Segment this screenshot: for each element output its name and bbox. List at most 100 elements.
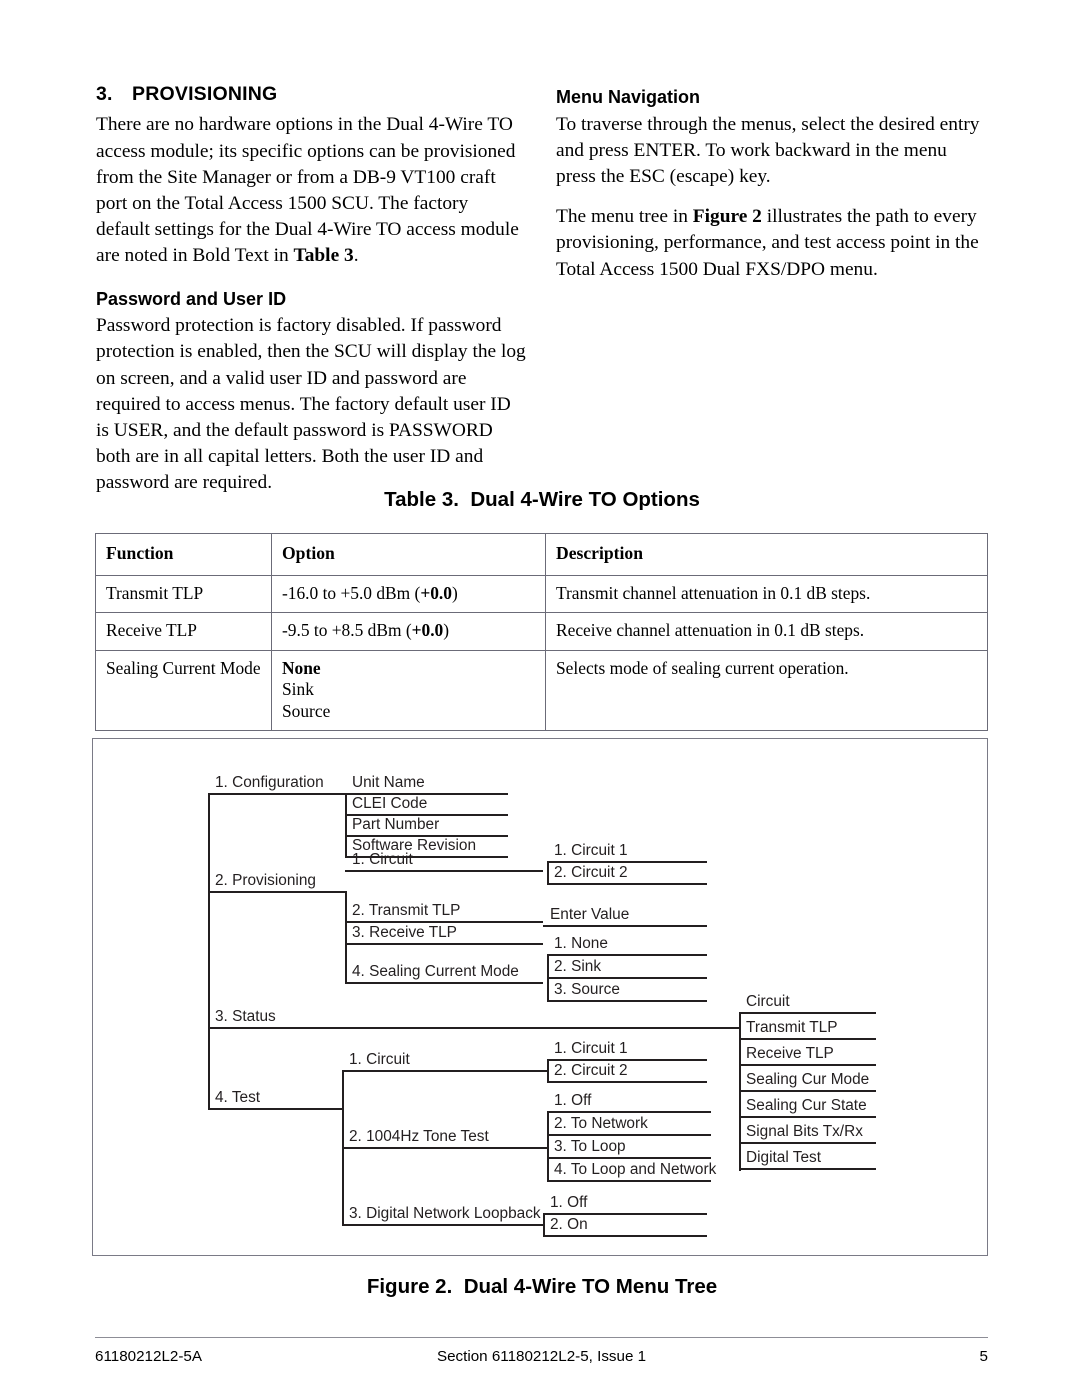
tree-node-loopback-off: 1. Off (550, 1194, 588, 1211)
tree-line-sealing-source (547, 1000, 707, 1002)
tree-spine-test-circuit-children (547, 1059, 549, 1081)
tree-line-prov-circuit (345, 870, 543, 872)
tree-line-status-circuit (739, 1012, 876, 1014)
tree-line-loopback-off (543, 1213, 707, 1215)
cell-description-transmit-tlp: Transmit channel attenuation in 0.1 dB s… (545, 574, 988, 613)
tree-line-status-sealing-cur-state (739, 1116, 876, 1118)
tree-line-status-signal-bits (739, 1142, 876, 1144)
table-caption-label: Table 3. (384, 488, 459, 511)
section-number: 3. (96, 83, 113, 105)
tree-node-status-transmit-tlp: Transmit TLP (746, 1019, 838, 1036)
menu-navigation-paragraph-1: To traverse through the menus, select th… (556, 113, 980, 187)
tree-node-prov-circuit-2: 2. Circuit 2 (554, 864, 628, 881)
tree-line-tone-test (342, 1147, 547, 1149)
option-default: +0.0 (420, 582, 452, 603)
option-paren: ) (451, 582, 458, 603)
tree-node-tone-to-network: 2. To Network (554, 1115, 648, 1132)
intro-text-part-1: There are no hardware options in the Dua… (96, 114, 519, 267)
table-row: Transmit TLP -16.0 to +5.0 dBm (+0.0) Tr… (95, 574, 988, 613)
tree-node-enter-value: Enter Value (550, 906, 630, 923)
tree-spine-root (208, 793, 210, 1108)
tree-line-test-circuit-1 (547, 1059, 707, 1061)
tree-line-tone-to-loop-and-network (547, 1180, 711, 1182)
option-default: +0.0 (411, 620, 444, 640)
cell-option-receive-tlp: -9.5 to +8.5 dBm (+0.0) (271, 612, 546, 651)
intro-text-part-2: . (353, 245, 359, 267)
tree-line-sealing-none (547, 954, 707, 956)
tree-line-test (208, 1108, 342, 1110)
column-header-function: Function (95, 533, 272, 576)
tree-spine-provisioning-children (345, 891, 347, 982)
option-sink: Sink (282, 679, 314, 699)
tree-line-loopback-on (543, 1235, 707, 1237)
tree-node-part-number: Part Number (352, 816, 440, 833)
cell-function-transmit-tlp: Transmit TLP (95, 574, 272, 613)
column-header-option: Option (271, 533, 546, 576)
tree-node-digital-loopback: 3. Digital Network Loopback (349, 1205, 541, 1222)
tree-line-tone-off (547, 1111, 711, 1113)
tree-node-prov-circuit-1: 1. Circuit 1 (554, 842, 628, 859)
tree-line-digital-loopback (342, 1224, 543, 1226)
cell-description-receive-tlp: Receive channel attenuation in 0.1 dB st… (545, 612, 988, 651)
tree-line-provisioning (208, 891, 345, 893)
tree-line-test-circuit-2 (547, 1081, 707, 1083)
tree-node-sealing-none: 1. None (554, 935, 608, 952)
tree-spine-configuration-children (345, 793, 347, 856)
dual-4-wire-to-options-table: Function Option Description Transmit TLP… (95, 533, 988, 731)
section-title: PROVISIONING (132, 83, 278, 105)
tree-node-test-circuit-2: 2. Circuit 2 (554, 1062, 628, 1079)
column-header-description: Description (545, 533, 988, 576)
provisioning-intro-paragraph: There are no hardware options in the Dua… (96, 112, 526, 269)
footer-divider (95, 1337, 988, 1338)
tree-node-status-circuit: Circuit (746, 993, 790, 1010)
tree-node-receive-tlp: 3. Receive TLP (352, 924, 457, 941)
tree-node-tone-to-loop: 3. To Loop (554, 1138, 626, 1155)
table-3-reference: Table 3 (293, 245, 354, 267)
tree-node-sealing-sink: 2. Sink (554, 958, 602, 975)
tree-node-test: 4. Test (215, 1089, 261, 1106)
table-caption-title: Dual 4-Wire TO Options (470, 488, 700, 511)
menu-navigation-paragraph-2: The menu tree in Figure 2 illustrates th… (556, 204, 986, 283)
tree-line-configuration (208, 793, 345, 795)
figure-caption: Figure 2. Dual 4-Wire TO Menu Tree (96, 1275, 988, 1299)
tree-node-test-circuit: 1. Circuit (349, 1051, 410, 1068)
tree-line-receive-tlp (345, 943, 543, 945)
tree-node-status-signal-bits: Signal Bits Tx/Rx (746, 1123, 863, 1140)
tree-line-enter-value (543, 925, 707, 927)
tree-node-provisioning: 2. Provisioning (215, 872, 316, 889)
tree-line-status-sealing-cur-mode (739, 1090, 876, 1092)
option-default-none: None (282, 657, 321, 678)
tree-node-loopback-on: 2. On (550, 1216, 588, 1233)
tree-line-sealing-current-mode (345, 982, 543, 984)
figure-2-reference: Figure 2 (692, 206, 762, 228)
right-text-column: Menu Navigation To traverse through the … (556, 86, 986, 283)
tree-node-tone-off: 1. Off (554, 1092, 592, 1109)
tree-node-status-sealing-cur-mode: Sealing Cur Mode (746, 1071, 870, 1088)
tree-node-test-circuit-1: 1. Circuit 1 (554, 1040, 628, 1057)
tree-line-sealing-sink (547, 977, 707, 979)
tree-node-sealing-current-mode: 4. Sealing Current Mode (352, 963, 519, 980)
tree-line-tone-to-loop (547, 1157, 711, 1159)
option-paren: ) (443, 620, 450, 640)
table-row: Sealing Current Mode None Sink Source Se… (95, 649, 988, 731)
menu-nav-text-part-1: The menu tree in (556, 206, 693, 228)
tree-node-tone-to-loop-and-network: 4. To Loop and Network (554, 1161, 717, 1178)
tree-node-status-digital-test: Digital Test (746, 1149, 821, 1166)
tree-line-test-circuit (342, 1070, 547, 1072)
tree-spine-prov-circuit-children (547, 861, 549, 883)
tree-line-transmit-tlp (345, 921, 543, 923)
tree-node-transmit-tlp: 2. Transmit TLP (352, 902, 461, 919)
tree-node-sealing-source: 3. Source (554, 981, 620, 998)
figure-caption-label: Figure 2. (366, 1275, 453, 1298)
tree-node-status: 3. Status (215, 1008, 276, 1025)
menu-tree-figure: 1. Configuration 2. Provisioning 3. Stat… (92, 738, 988, 1256)
cell-function-receive-tlp: Receive TLP (95, 612, 272, 651)
menu-navigation-heading: Menu Navigation (556, 87, 701, 107)
tree-node-status-receive-tlp: Receive TLP (746, 1045, 834, 1062)
tree-line-status-transmit-tlp (739, 1038, 876, 1040)
option-range: -9.5 to +8.5 dBm ( (282, 620, 412, 640)
tree-spine-loopback-children (543, 1213, 545, 1235)
tree-line-status-receive-tlp (739, 1064, 876, 1066)
provisioning-section-heading: 3. PROVISIONING (96, 82, 526, 106)
tree-node-tone-test: 2. 1004Hz Tone Test (349, 1128, 489, 1145)
